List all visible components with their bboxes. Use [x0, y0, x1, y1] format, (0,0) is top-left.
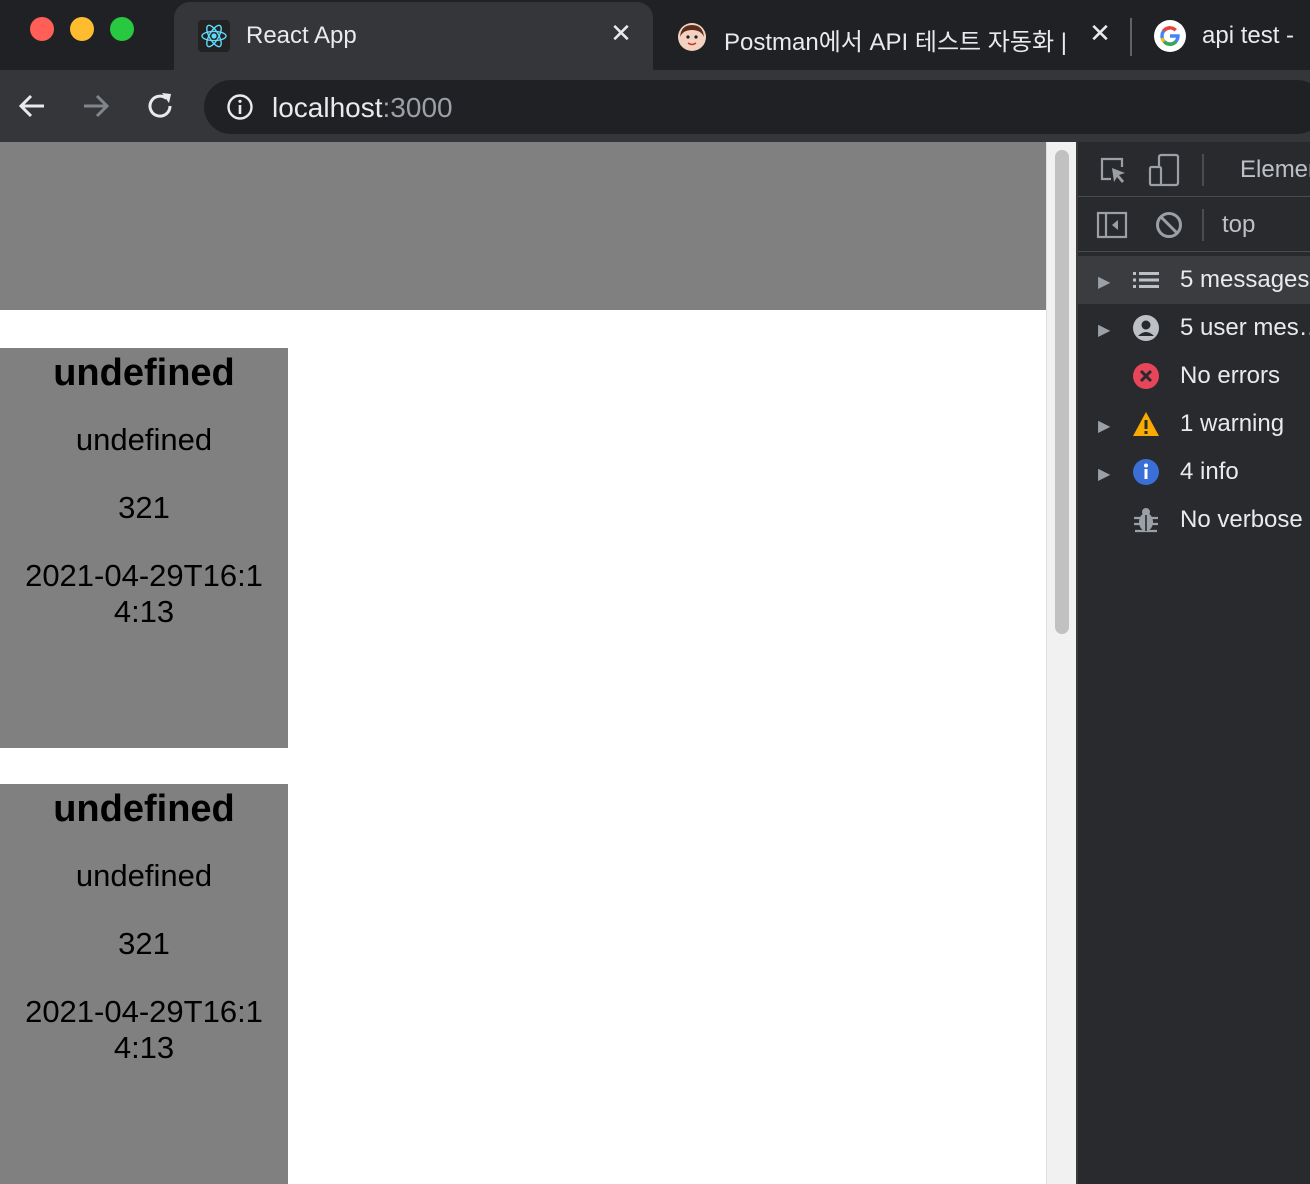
- card-subtitle: undefined: [75, 858, 213, 893]
- card-date: 2021-04-29T16:14:13: [25, 994, 263, 1065]
- expand-triangle-icon[interactable]: ▶: [1098, 272, 1110, 292]
- window-close-button[interactable]: [30, 17, 54, 41]
- tab-title: api test -: [1202, 22, 1295, 49]
- site-info-icon[interactable]: [226, 93, 254, 121]
- sidebar-item-errors[interactable]: No errors: [1078, 352, 1310, 400]
- back-arrow-icon: [18, 94, 44, 118]
- card: undefined undefined 321 2021-04-29T16:14…: [0, 784, 288, 1184]
- sidebar-item-info[interactable]: ▶ 4 info: [1078, 448, 1310, 496]
- scrollbar-thumb[interactable]: [1055, 150, 1069, 634]
- tab-close-icon[interactable]: ✕: [608, 18, 634, 49]
- user-icon: [1132, 314, 1160, 342]
- tab-elements[interactable]: Elemen: [1240, 156, 1310, 184]
- card: undefined undefined 321 2021-04-29T16:14…: [0, 348, 288, 748]
- sidebar-item-label: 5 messages: [1180, 266, 1310, 293]
- devtools-tabbar: Elemen: [1078, 142, 1310, 197]
- device-toolbar-icon[interactable]: [1148, 153, 1182, 187]
- sidebar-item-warnings[interactable]: ▶ 1 warning: [1078, 400, 1310, 448]
- list-icon: [1132, 266, 1160, 294]
- expand-triangle-icon[interactable]: ▶: [1098, 464, 1110, 484]
- window-zoom-button[interactable]: [110, 17, 134, 41]
- avatar-favicon-icon: [677, 22, 707, 52]
- sidebar-item-messages[interactable]: ▶ 5 messages: [1078, 256, 1310, 304]
- tab-api-test[interactable]: api test -: [1134, 2, 1310, 70]
- forward-arrow-icon: [84, 94, 110, 118]
- sidebar-item-label: No errors: [1180, 362, 1281, 389]
- page-header-bar: [0, 142, 1046, 310]
- tab-title: React App: [246, 22, 357, 49]
- sidebar-item-label: 5 user mes…: [1180, 314, 1310, 341]
- tab-postman[interactable]: Postman에서 API 테스트 자동화 | H ✕: [655, 2, 1125, 70]
- expand-triangle-icon[interactable]: ▶: [1098, 320, 1110, 340]
- forward-button[interactable]: [78, 88, 114, 124]
- error-icon: [1132, 362, 1160, 390]
- url-text: localhost:3000: [272, 92, 453, 124]
- sidebar-item-label: No verbose: [1180, 506, 1303, 533]
- url-port: :3000: [382, 92, 453, 123]
- context-selector[interactable]: top: [1222, 211, 1255, 239]
- bug-icon: [1132, 506, 1160, 534]
- tab-divider: [1130, 18, 1132, 56]
- react-logo-icon: [198, 20, 230, 52]
- inspect-element-icon[interactable]: [1098, 155, 1128, 185]
- card-title: undefined: [53, 788, 235, 830]
- page-viewport: undefined undefined 321 2021-04-29T16:14…: [0, 142, 1046, 1184]
- card-number: 321: [118, 926, 170, 961]
- card-number: 321: [118, 490, 170, 525]
- expand-triangle-icon[interactable]: ▶: [1098, 416, 1110, 436]
- sidebar-item-verbose[interactable]: No verbose: [1078, 496, 1310, 544]
- reload-icon: [148, 93, 172, 118]
- tab-react-app[interactable]: React App ✕: [174, 2, 653, 70]
- card-subtitle: undefined: [75, 422, 213, 457]
- address-bar[interactable]: localhost:3000: [204, 80, 1310, 134]
- clear-console-icon[interactable]: [1154, 210, 1184, 240]
- tab-title: Postman에서 API 테스트 자동화 | H: [724, 29, 1074, 56]
- reload-button[interactable]: [142, 88, 178, 124]
- card-title: undefined: [53, 352, 235, 394]
- browser-toolbar: localhost:3000: [0, 70, 1310, 142]
- tab-strip: React App ✕ Postman에서 API 테스트 자동화 | H ✕ …: [0, 0, 1310, 70]
- page-scrollbar[interactable]: [1046, 142, 1076, 1184]
- console-toolbar: top: [1078, 197, 1310, 252]
- window-minimize-button[interactable]: [70, 17, 94, 41]
- warning-icon: [1132, 410, 1160, 438]
- show-sidebar-icon[interactable]: [1096, 210, 1128, 240]
- info-icon: [1132, 458, 1160, 486]
- tab-close-icon[interactable]: ✕: [1087, 18, 1113, 49]
- toolbar-divider: [1202, 209, 1204, 241]
- google-favicon-icon: [1154, 20, 1186, 52]
- devtools-panel: Elemen top ▶ 5 messages ▶ 5 user mes… No…: [1076, 142, 1310, 1184]
- back-button[interactable]: [14, 88, 50, 124]
- sidebar-item-user-messages[interactable]: ▶ 5 user mes…: [1078, 304, 1310, 352]
- card-date: 2021-04-29T16:14:13: [25, 558, 263, 629]
- url-host: localhost: [272, 92, 383, 123]
- sidebar-item-label: 1 warning: [1180, 410, 1285, 437]
- sidebar-item-label: 4 info: [1180, 458, 1239, 485]
- toolbar-divider: [1202, 154, 1204, 186]
